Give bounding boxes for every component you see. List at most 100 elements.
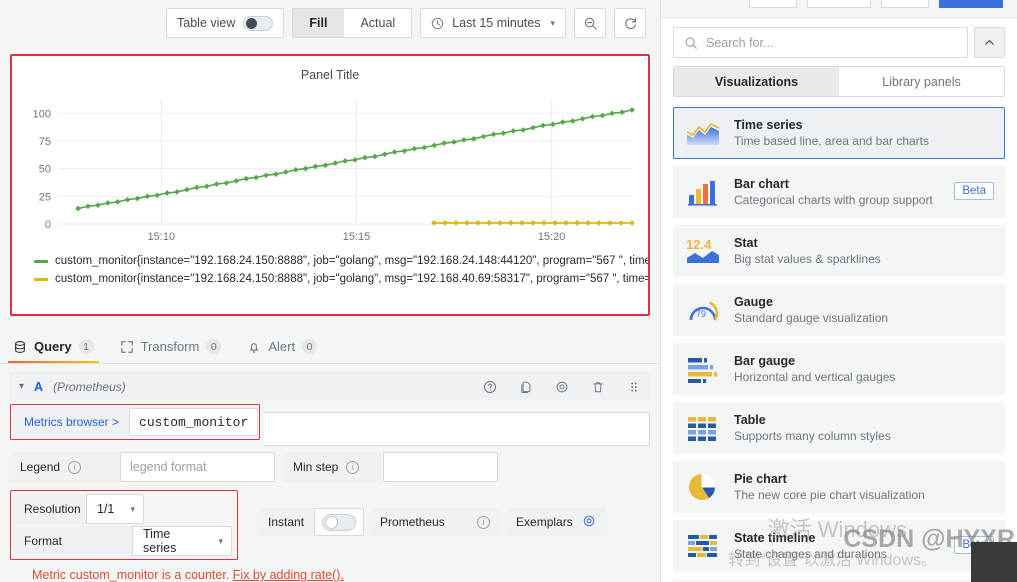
- query-expression-input[interactable]: custom_monitor: [129, 408, 259, 436]
- viz-option-state-timeline[interactable]: State timeline State changes and duratio…: [673, 520, 1005, 572]
- query-row-header[interactable]: ▾ A (Prometheus): [10, 372, 650, 400]
- timeseries-plot[interactable]: 0 25 50 75 100 15:10 15:15 15:20: [20, 92, 640, 252]
- legend-item[interactable]: custom_monitor{instance="192.168.24.150:…: [12, 252, 648, 270]
- apply-button-partial[interactable]: [881, 0, 929, 8]
- svg-text:75: 75: [39, 136, 51, 148]
- query-datasource: (Prometheus): [53, 379, 126, 394]
- exemplars-eye-icon[interactable]: [582, 514, 596, 531]
- chevron-down-icon: ▾: [218, 535, 223, 546]
- transform-icon: [120, 340, 133, 353]
- fill-button[interactable]: Fill: [293, 9, 344, 37]
- fix-by-adding-rate-link[interactable]: Fix by adding rate().: [233, 568, 344, 582]
- legend-label: custom_monitor{instance="192.168.24.150:…: [55, 273, 648, 285]
- legend-label: custom_monitor{instance="192.168.24.150:…: [55, 255, 648, 267]
- trash-icon[interactable]: [591, 380, 605, 394]
- viz-option-pie-chart[interactable]: Pie chart The new core pie chart visuali…: [673, 461, 1005, 513]
- viz-desc: Categorical charts with group support: [734, 193, 933, 207]
- svg-text:15:10: 15:10: [148, 231, 176, 243]
- viz-option-table[interactable]: Table Supports many column styles: [673, 402, 1005, 454]
- state-timeline-icon: [684, 529, 722, 563]
- tab-transform[interactable]: Transform 0: [107, 330, 235, 363]
- viz-name: Bar gauge: [734, 354, 796, 368]
- table-view-toggle[interactable]: Table view: [166, 8, 285, 38]
- database-icon: [15, 340, 25, 353]
- primary-button-partial[interactable]: [939, 0, 1003, 8]
- tab-alert[interactable]: Alert 0: [234, 330, 330, 363]
- prometheus-label: Prometheus: [380, 515, 445, 529]
- pie-chart-icon: [684, 470, 722, 504]
- resolution-row: Resolution 1/1 ▾: [14, 494, 234, 524]
- fill-actual-segment[interactable]: Fill Actual: [292, 8, 413, 38]
- resolution-select[interactable]: 1/1 ▾: [86, 494, 144, 524]
- tab-transform-label: Transform: [140, 339, 200, 354]
- actual-button[interactable]: Actual: [343, 9, 412, 37]
- viz-option-bar-chart[interactable]: Bar chart Categorical charts with group …: [673, 166, 1005, 218]
- min-step-label-text: Min step: [293, 460, 339, 474]
- format-label: Format: [14, 526, 132, 556]
- format-select[interactable]: Time series ▾: [132, 526, 232, 556]
- viz-option-stat[interactable]: 12.4 Stat Big stat values & sparklines: [673, 225, 1005, 277]
- panel-toolbar: Table view Fill Actual Last 15 minutes ▾: [0, 0, 660, 46]
- legend-item[interactable]: custom_monitor{instance="192.168.24.150:…: [12, 270, 648, 288]
- resolution-value: 1/1: [97, 502, 115, 516]
- format-value: Time series: [143, 527, 177, 555]
- switch-knob: [246, 17, 258, 29]
- resolution-format-highlight: Resolution 1/1 ▾ Format Time series ▾: [10, 490, 238, 560]
- svg-text:15:20: 15:20: [538, 231, 566, 243]
- discard-button-partial[interactable]: [749, 0, 797, 8]
- tab-library-panels[interactable]: Library panels: [839, 67, 1004, 96]
- tab-query-count: 1: [78, 339, 94, 354]
- viz-option-time-series[interactable]: Time series Time based line, area and ba…: [673, 107, 1005, 159]
- gauge-sample-value: 79: [696, 309, 706, 319]
- refresh-button[interactable]: [614, 8, 646, 38]
- legend-field-label: Legend i: [10, 452, 120, 482]
- query-error-message: Metric custom_monitor is a counter. Fix …: [10, 568, 650, 582]
- chevron-down-icon[interactable]: ▾: [19, 381, 24, 392]
- switch-knob: [325, 515, 339, 529]
- time-range-picker[interactable]: Last 15 minutes ▾: [420, 8, 566, 38]
- viz-text: Table Supports many column styles: [734, 413, 891, 443]
- watermark-block: [971, 542, 1017, 582]
- help-icon[interactable]: [483, 380, 497, 394]
- info-icon[interactable]: i: [477, 515, 491, 529]
- instant-switch[interactable]: [322, 513, 357, 531]
- exemplars-field[interactable]: Exemplars: [506, 508, 607, 536]
- tab-query[interactable]: Query 1: [0, 330, 107, 363]
- metrics-browser-button[interactable]: Metrics browser >: [14, 408, 130, 436]
- drag-handle-icon[interactable]: [627, 380, 641, 394]
- legend-format-input[interactable]: legend format: [120, 452, 275, 482]
- prometheus-field: Prometheus i: [370, 508, 501, 536]
- sidebar-tabs: Visualizations Library panels: [673, 66, 1005, 97]
- viz-desc: Time based line, area and bar charts: [734, 134, 929, 148]
- info-icon[interactable]: i: [346, 460, 360, 474]
- search-placeholder: Search for...: [706, 35, 774, 50]
- table-view-switch[interactable]: [243, 15, 274, 31]
- panel-editor-left: Table view Fill Actual Last 15 minutes ▾: [0, 0, 660, 582]
- search-icon: [685, 37, 697, 49]
- query-editor: ▾ A (Prometheus) Metrics browser > custo…: [10, 372, 650, 582]
- eye-icon[interactable]: [555, 380, 569, 394]
- table-icon: [684, 411, 722, 445]
- viz-option-gauge[interactable]: 79 Gauge Standard gauge visualization: [673, 284, 1005, 336]
- query-error-text: Metric custom_monitor is a counter.: [32, 568, 230, 582]
- tab-visualizations[interactable]: Visualizations: [674, 67, 839, 96]
- panel-preview[interactable]: Panel Title 0 25 50 75 100 15:10 15:15 15:20 cu…: [10, 54, 650, 316]
- viz-desc: Big stat values & sparklines: [734, 252, 881, 266]
- svg-text:25: 25: [39, 191, 51, 203]
- instant-toggle[interactable]: [314, 508, 365, 536]
- zoom-out-button[interactable]: [574, 8, 606, 38]
- chevron-down-icon: ▾: [130, 503, 135, 514]
- viz-option-bar-gauge[interactable]: Bar gauge Horizontal and vertical gauges: [673, 343, 1005, 395]
- min-step-input[interactable]: [383, 452, 498, 482]
- viz-desc: The new core pie chart visualization: [734, 488, 925, 502]
- viz-name: State timeline: [734, 531, 816, 545]
- duplicate-icon[interactable]: [519, 380, 533, 394]
- viz-name: Stat: [734, 236, 758, 250]
- save-button-partial[interactable]: [807, 0, 871, 8]
- info-icon[interactable]: i: [68, 460, 82, 474]
- query-expression-field-rest[interactable]: [264, 412, 650, 446]
- bar-chart-icon: [684, 175, 722, 209]
- search-input[interactable]: Search for...: [673, 27, 968, 58]
- collapse-sidebar-button[interactable]: [974, 27, 1005, 58]
- chevron-up-icon: [985, 39, 994, 45]
